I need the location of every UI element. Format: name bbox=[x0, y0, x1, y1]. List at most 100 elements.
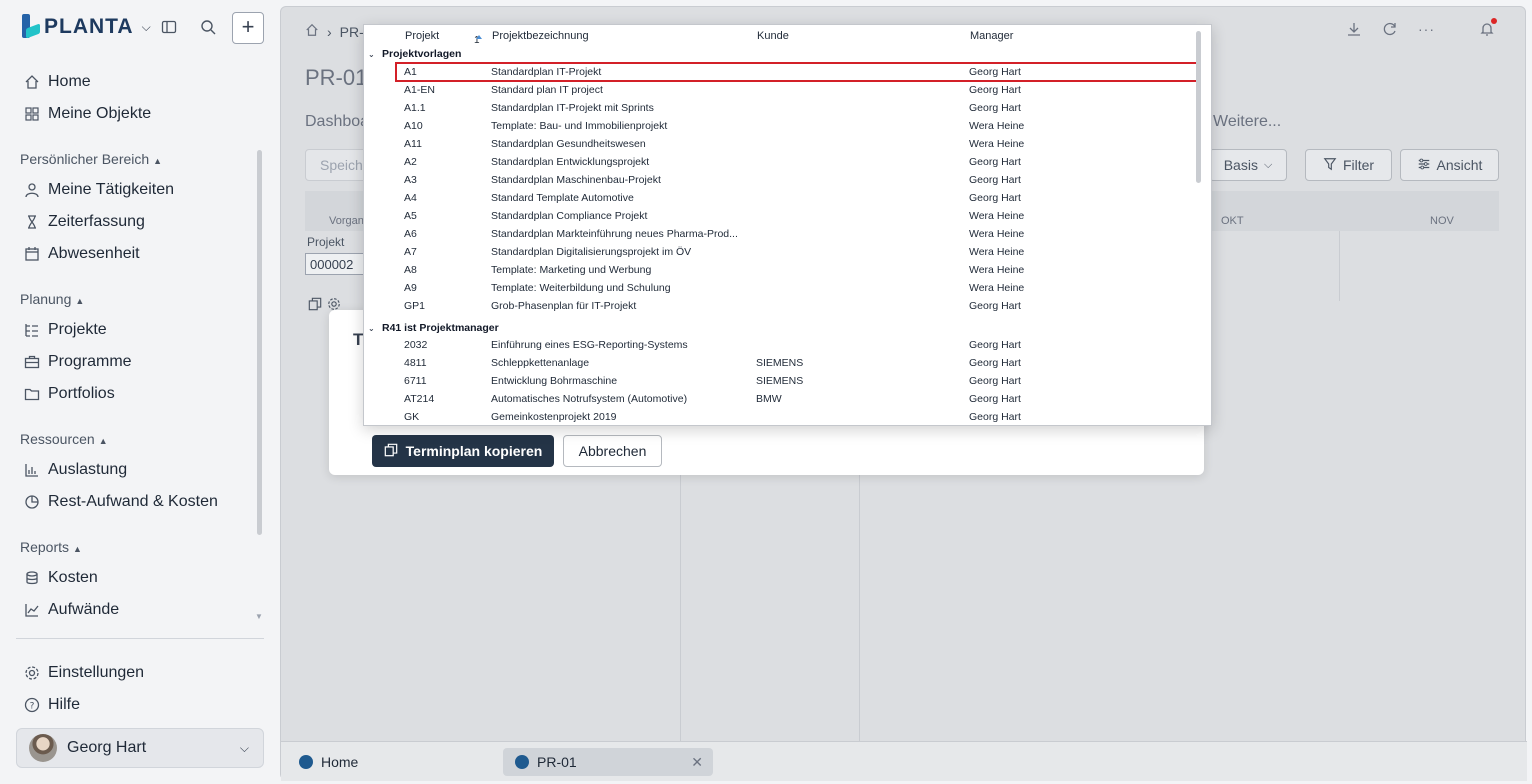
chevron-up-icon: ▲ bbox=[73, 544, 82, 554]
add-button[interactable]: + bbox=[232, 12, 264, 44]
list-item[interactable]: A11 Standardplan Gesundheitswesen Wera Hei… bbox=[396, 135, 1200, 153]
tab-dot-icon bbox=[515, 755, 529, 769]
cell-bezeichnung: Gemeinkostenprojekt 2019 bbox=[491, 411, 617, 423]
cell-projekt: A3 bbox=[404, 174, 417, 186]
list-item-selected[interactable]: A1 Standardplan IT-Projekt Georg Hart bbox=[395, 62, 1201, 82]
list-item[interactable]: A9 Template: Weiterbildung und Schulung We… bbox=[396, 279, 1200, 297]
sidebar-item-programme[interactable]: Programme bbox=[24, 351, 132, 373]
copy-schedule-label: Terminplan kopieren bbox=[405, 443, 543, 459]
cell-manager: Georg Hart bbox=[969, 339, 1021, 351]
notification-bell-icon[interactable] bbox=[1479, 18, 1497, 40]
cell-bezeichnung: Standardplan Gesundheitswesen bbox=[491, 138, 646, 150]
breadcrumb-item[interactable]: PR- bbox=[340, 24, 364, 40]
cell-manager: Georg Hart bbox=[969, 393, 1021, 405]
list-item[interactable]: A5 Standardplan Compliance Projekt Wera He… bbox=[396, 207, 1200, 225]
cell-manager: Georg Hart bbox=[969, 156, 1021, 168]
cell-projekt: AT214 bbox=[404, 393, 435, 405]
refresh-icon[interactable] bbox=[1382, 21, 1398, 40]
more-icon[interactable]: ··· bbox=[1418, 21, 1435, 40]
sidebar-item-auslastung[interactable]: Auslastung bbox=[24, 459, 127, 481]
list-item[interactable]: 6711 Entwicklung Bohrmaschine SIEMENS Georg… bbox=[396, 372, 1200, 390]
filter-button[interactable]: Filter bbox=[1305, 149, 1392, 181]
user-menu[interactable]: Georg Hart ⌵ bbox=[16, 728, 264, 768]
close-icon[interactable]: ✕ bbox=[691, 754, 703, 771]
list-item[interactable]: 4811 Schleppkettenanlage SIEMENS Georg Hart bbox=[396, 354, 1200, 372]
list-item[interactable]: A4 Standard Template Automotive Georg Hart bbox=[396, 189, 1200, 207]
list-item[interactable]: A8 Template: Marketing und Werbung Wera He… bbox=[396, 261, 1200, 279]
copy-schedule-button[interactable]: Terminplan kopieren bbox=[372, 435, 554, 467]
cell-manager: Georg Hart bbox=[969, 357, 1021, 369]
section-persoenlicher-bereich[interactable]: Persönlicher Bereich ▲ bbox=[20, 151, 162, 167]
list-item[interactable]: GK Gemeinkostenprojekt 2019 Georg Hart bbox=[396, 408, 1200, 425]
sidebar-item-aufwaende[interactable]: Aufwände bbox=[24, 599, 119, 621]
sidebar-item-meine-objekte[interactable]: Meine Objekte bbox=[24, 103, 151, 125]
list-item[interactable]: 2032 Einführung eines ESG-Reporting-Syste… bbox=[396, 336, 1200, 354]
sidebar-item-zeiterfassung[interactable]: Zeiterfassung bbox=[24, 211, 145, 233]
section-reports[interactable]: Reports ▲ bbox=[20, 539, 82, 555]
section-title-label: Planung bbox=[20, 291, 72, 307]
sidebar-toggle-icon[interactable] bbox=[160, 18, 178, 36]
dropdown-header: Projekt 1 Projektbezeichnung Kunde Manag… bbox=[364, 25, 1211, 47]
home-icon[interactable] bbox=[305, 23, 319, 40]
logo-text: PLANTA bbox=[44, 15, 134, 38]
avatar bbox=[29, 734, 57, 762]
list-item[interactable]: A1.1 Standardplan IT-Projekt mit Sprints G… bbox=[396, 99, 1200, 117]
cell-manager: Georg Hart bbox=[969, 411, 1021, 423]
list-item[interactable]: A3 Standardplan Maschinenbau-Projekt Georg… bbox=[396, 171, 1200, 189]
cell-manager: Wera Heine bbox=[969, 210, 1025, 222]
cell-bezeichnung: Standardplan Digitalisierungsprojekt im … bbox=[491, 246, 692, 258]
list-item[interactable]: A6 Standardplan Markteinführung neues Pha… bbox=[396, 225, 1200, 243]
cell-projekt: 2032 bbox=[404, 339, 428, 351]
cell-bezeichnung: Standardplan IT-Projekt bbox=[491, 66, 602, 78]
sidebar-item-portfolios[interactable]: Portfolios bbox=[24, 383, 115, 405]
list-item[interactable]: GP1 Grob-Phasenplan für IT-Projekt Georg H… bbox=[396, 297, 1200, 315]
copy-icon[interactable] bbox=[308, 297, 322, 316]
svg-text:?: ? bbox=[30, 702, 35, 712]
section-ressourcen[interactable]: Ressourcen ▲ bbox=[20, 431, 108, 447]
sidebar-item-home[interactable]: Home bbox=[24, 71, 91, 93]
cell-kunde: SIEMENS bbox=[756, 357, 804, 369]
cell-kunde: SIEMENS bbox=[756, 375, 804, 387]
group-header-r41[interactable]: ⌄ R41 ist Projektmanager bbox=[368, 322, 499, 334]
section-planung[interactable]: Planung ▲ bbox=[20, 291, 84, 307]
planta-logo-mark bbox=[22, 14, 40, 40]
sidebar-item-projekte[interactable]: Projekte bbox=[24, 319, 107, 341]
column-header-projektbezeichnung[interactable]: Projektbezeichnung bbox=[492, 30, 589, 42]
download-icon[interactable] bbox=[1346, 21, 1362, 40]
scroll-down-icon[interactable]: ▼ bbox=[255, 612, 263, 621]
dropdown-scrollbar[interactable] bbox=[1196, 31, 1201, 183]
view-button[interactable]: Ansicht bbox=[1400, 149, 1499, 181]
tab-more[interactable]: Weitere... bbox=[1213, 113, 1281, 131]
cell-manager: Georg Hart bbox=[969, 192, 1021, 204]
planta-logo[interactable]: PLANTA ⌵ bbox=[22, 14, 151, 40]
group-header-projektvorlagen[interactable]: ⌄ Projektvorlagen bbox=[368, 48, 461, 60]
sidebar-item-meine-taetigkeiten[interactable]: Meine Tätigkeiten bbox=[24, 179, 174, 201]
search-icon[interactable] bbox=[199, 18, 217, 36]
list-item[interactable]: AT214 Automatisches Notrufsystem (Automot… bbox=[396, 390, 1200, 408]
sidebar-item-label: Meine Tätigkeiten bbox=[48, 181, 174, 198]
pie-chart-icon bbox=[24, 494, 40, 510]
sidebar-item-hilfe[interactable]: ? Hilfe bbox=[24, 694, 80, 716]
sidebar-item-kosten[interactable]: Kosten bbox=[24, 567, 98, 589]
tab-dashboard[interactable]: Dashboa bbox=[305, 113, 369, 131]
sidebar-item-rest-aufwand[interactable]: Rest-Aufwand & Kosten bbox=[24, 491, 218, 513]
list-item[interactable]: A7 Standardplan Digitalisierungsprojekt i… bbox=[396, 243, 1200, 261]
bottom-tab-pr-01[interactable]: PR-01 ✕ bbox=[503, 748, 713, 776]
bottom-tab-home[interactable]: Home bbox=[287, 748, 370, 776]
list-item[interactable]: A2 Standardplan Entwicklungsprojekt Georg … bbox=[396, 153, 1200, 171]
cell-bezeichnung: Template: Bau- und Immobilienprojekt bbox=[491, 120, 668, 132]
column-header-manager[interactable]: Manager bbox=[970, 30, 1013, 42]
cell-projekt: A1-EN bbox=[404, 84, 435, 96]
grid-icon bbox=[24, 106, 40, 122]
list-item[interactable]: A1-EN Standard plan IT project Georg Hart bbox=[396, 81, 1200, 99]
cell-bezeichnung: Einführung eines ESG-Reporting-Systems bbox=[491, 339, 688, 351]
sidebar-item-abwesenheit[interactable]: Abwesenheit bbox=[24, 243, 140, 265]
basis-dropdown[interactable]: Basis ⌵ bbox=[1209, 149, 1287, 181]
list-item[interactable]: A10 Template: Bau- und Immobilienprojekt W… bbox=[396, 117, 1200, 135]
tab-dot-icon bbox=[299, 755, 313, 769]
sidebar-item-einstellungen[interactable]: Einstellungen bbox=[24, 662, 144, 684]
cancel-button[interactable]: Abbrechen bbox=[563, 435, 662, 467]
column-header-kunde[interactable]: Kunde bbox=[757, 30, 789, 42]
column-header-projekt[interactable]: Projekt bbox=[405, 30, 439, 42]
sidebar-scrollbar[interactable] bbox=[257, 150, 262, 535]
